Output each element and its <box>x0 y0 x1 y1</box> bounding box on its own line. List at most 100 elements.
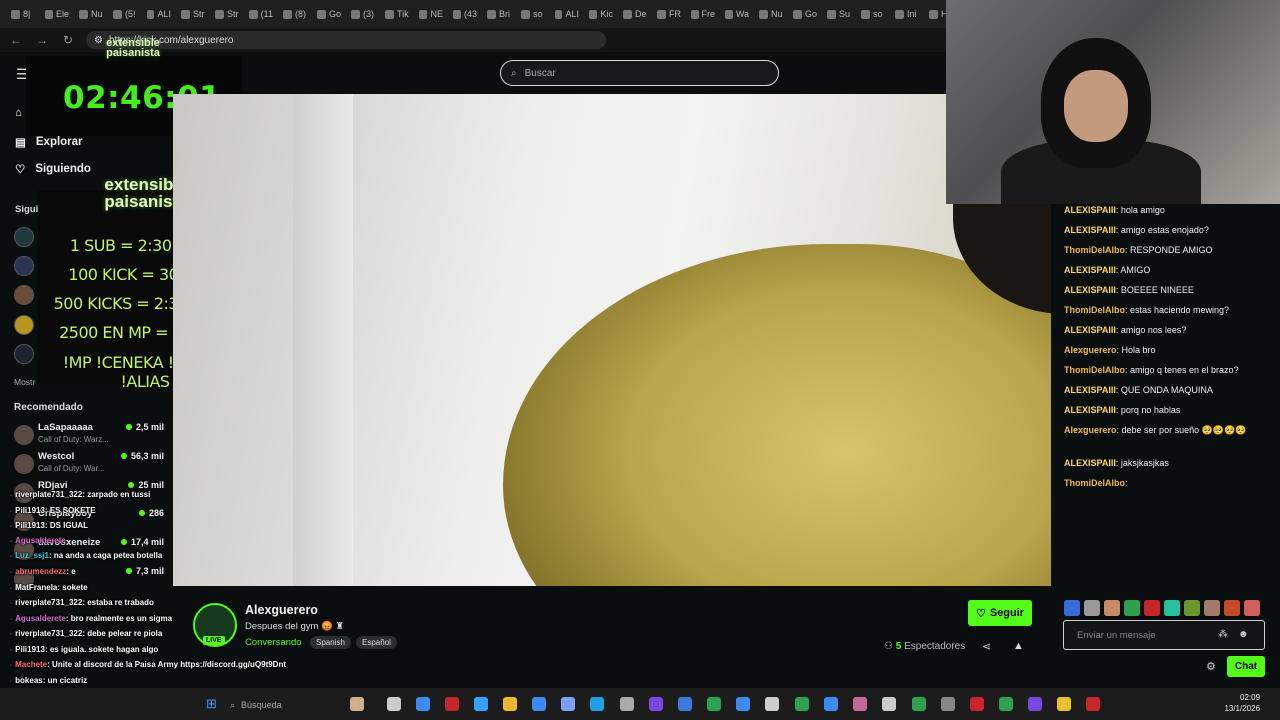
followed-channel-avatar[interactable] <box>14 285 34 305</box>
taskbar-app-icon[interactable] <box>1028 697 1042 711</box>
taskbar-app-icon[interactable] <box>620 697 634 711</box>
browser-tab[interactable]: ALI <box>552 3 582 25</box>
emote-icon[interactable] <box>1124 600 1140 616</box>
taskbar-app-icon[interactable] <box>970 697 984 711</box>
taskbar-app-icon[interactable] <box>1057 697 1071 711</box>
browser-tab[interactable]: Go <box>314 3 344 25</box>
search-bar[interactable]: ⌕ Buscar <box>500 60 779 86</box>
emote-icon[interactable] <box>1084 600 1100 616</box>
browser-tab[interactable]: De <box>620 3 650 25</box>
browser-tab[interactable]: 8| <box>8 3 38 25</box>
taskbar-app-icon[interactable] <box>445 697 459 711</box>
video-player[interactable] <box>173 94 1051 586</box>
emote-icon[interactable] <box>1064 600 1080 616</box>
chat-username[interactable]: ALEXISPAIII <box>1064 385 1116 395</box>
browser-tab[interactable]: (8) <box>280 3 310 25</box>
taskbar-app-icon[interactable] <box>824 697 838 711</box>
send-chat-button[interactable]: Chat <box>1227 656 1265 677</box>
taskbar-app-icon[interactable] <box>350 697 364 711</box>
emote-icon[interactable] <box>1184 600 1200 616</box>
chat-username[interactable]: Alexguerero <box>1064 425 1117 435</box>
browser-tab[interactable]: Kic <box>586 3 616 25</box>
emote-icon[interactable] <box>1144 600 1160 616</box>
kick-emote-icon[interactable]: ⁂ <box>1218 629 1228 640</box>
home-link[interactable]: ⌂ <box>15 107 22 119</box>
emote-icon[interactable] <box>1204 600 1220 616</box>
chat-username[interactable]: ThomiDelAlbo <box>1064 305 1125 315</box>
chat-username[interactable]: ALEXISPAIII <box>1064 325 1116 335</box>
chat-username[interactable]: ALEXISPAIII <box>1064 205 1116 215</box>
follow-button[interactable]: ♡ Seguir <box>968 600 1032 626</box>
tag-pill[interactable]: Spanish <box>310 636 351 649</box>
taskbar-app-icon[interactable] <box>503 697 517 711</box>
reload-icon[interactable]: ↻ <box>60 33 76 47</box>
followed-channel-avatar[interactable] <box>14 344 34 364</box>
browser-tab[interactable]: (11 <box>246 3 276 25</box>
browser-tab[interactable]: Ele <box>42 3 72 25</box>
chat-username[interactable]: ALEXISPAIII <box>1064 458 1116 468</box>
browser-tab[interactable]: ALI <box>144 3 174 25</box>
chat-username[interactable]: Alexguerero <box>1064 345 1117 355</box>
taskbar-app-icon[interactable] <box>561 697 575 711</box>
taskbar-app-icon[interactable] <box>678 697 692 711</box>
emote-icon[interactable] <box>1244 600 1260 616</box>
followed-channel-avatar[interactable] <box>14 315 34 335</box>
taskbar-app-icon[interactable] <box>912 697 926 711</box>
show-more-link[interactable]: Mostr <box>14 377 35 387</box>
tag-pill[interactable]: Español <box>356 636 397 649</box>
browser-tab[interactable]: Wa <box>722 3 752 25</box>
browser-tab[interactable]: Ha <box>926 3 946 25</box>
recommended-channel[interactable]: Westcol Call of Duty: War... 56,3 mil <box>14 451 164 479</box>
chat-username[interactable]: ThomiDelAlbo <box>1064 245 1125 255</box>
stream-category[interactable]: Conversando <box>245 637 302 648</box>
streamer-name[interactable]: Alexguerero <box>245 603 318 617</box>
browser-tab[interactable]: NE <box>416 3 446 25</box>
taskbar-app-icon[interactable] <box>649 697 663 711</box>
emote-icon[interactable] <box>1104 600 1120 616</box>
search-input[interactable]: Buscar <box>525 68 556 79</box>
browser-tab[interactable]: Str <box>212 3 242 25</box>
browser-tab[interactable]: Su <box>824 3 854 25</box>
sidebar-item-following[interactable]: ♡ Siguiendo <box>15 162 91 176</box>
browser-tab[interactable]: Tik <box>382 3 412 25</box>
taskbar-app-icon[interactable] <box>765 697 779 711</box>
chat-username[interactable]: ThomiDelAlbo <box>1064 478 1125 488</box>
taskbar-app-icon[interactable] <box>736 697 750 711</box>
recommended-channel[interactable]: LaSapaaaaa Call of Duty: Warz... 2,5 mil <box>14 422 164 450</box>
report-icon[interactable]: ▲ <box>1013 640 1024 652</box>
taskbar-app-icon[interactable] <box>532 697 546 711</box>
taskbar-app-icon[interactable] <box>387 697 401 711</box>
taskbar-app-icon[interactable] <box>590 697 604 711</box>
windows-start-icon[interactable]: ⊞ <box>206 696 217 712</box>
emote-icon[interactable] <box>1224 600 1240 616</box>
back-icon[interactable]: ← <box>8 33 24 47</box>
taskbar-app-icon[interactable] <box>474 697 488 711</box>
browser-tab[interactable]: so <box>858 3 888 25</box>
emote-icon[interactable] <box>1164 600 1180 616</box>
browser-tab[interactable]: Nu <box>756 3 786 25</box>
browser-tab[interactable]: Fre <box>688 3 718 25</box>
taskbar-app-icon[interactable] <box>941 697 955 711</box>
emoji-icon[interactable]: ☻ <box>1238 629 1249 640</box>
browser-tab[interactable]: Ini <box>892 3 922 25</box>
chat-username[interactable]: ThomiDelAlbo <box>1064 365 1125 375</box>
chat-username[interactable]: ALEXISPAIII <box>1064 225 1116 235</box>
taskbar-app-icon[interactable] <box>707 697 721 711</box>
browser-tab[interactable]: FR <box>654 3 684 25</box>
share-icon[interactable]: ⋖ <box>982 640 991 653</box>
taskbar-app-icon[interactable] <box>999 697 1013 711</box>
browser-tab[interactable]: (3) <box>348 3 378 25</box>
browser-tab[interactable]: (43 <box>450 3 480 25</box>
browser-tab[interactable]: Go <box>790 3 820 25</box>
taskbar-app-icon[interactable] <box>416 697 430 711</box>
taskbar-search[interactable]: ⌕ Búsqueda <box>230 697 330 713</box>
sidebar-item-explore[interactable]: ▤ Explorar <box>15 135 83 149</box>
taskbar-app-icon[interactable] <box>795 697 809 711</box>
browser-tab[interactable]: Str <box>178 3 208 25</box>
taskbar-app-icon[interactable] <box>1086 697 1100 711</box>
followed-channel-avatar[interactable] <box>14 256 34 276</box>
followed-channel-avatar[interactable] <box>14 227 34 247</box>
browser-tab[interactable]: (5! <box>110 3 140 25</box>
browser-tab[interactable]: Bri <box>484 3 514 25</box>
gear-icon[interactable]: ⚙ <box>1206 660 1216 673</box>
